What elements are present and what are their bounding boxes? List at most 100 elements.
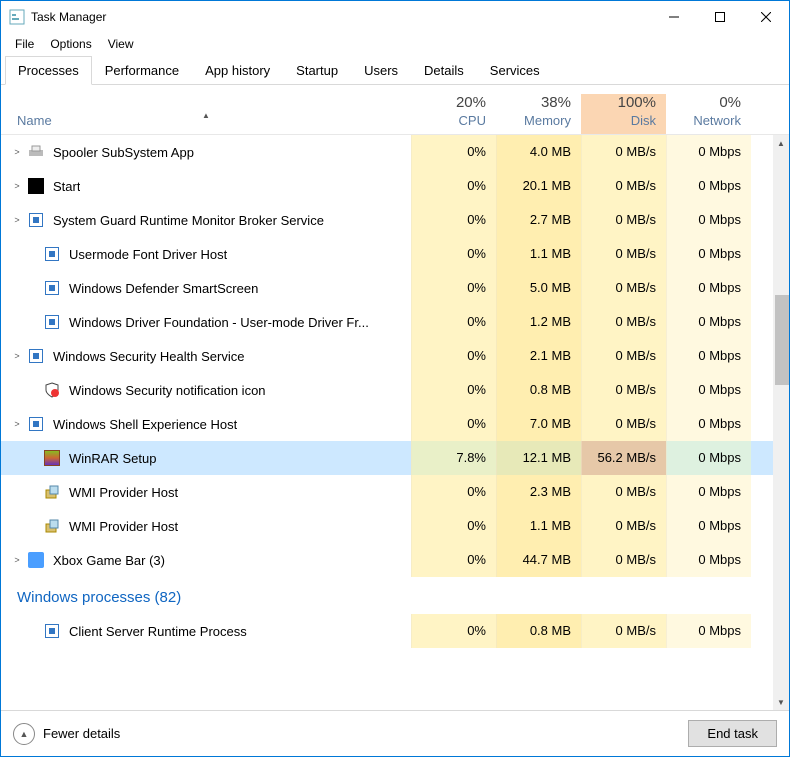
cell-disk: 56.2 MB/s [581,441,666,475]
tab-processes[interactable]: Processes [5,56,92,85]
cell-disk: 0 MB/s [581,339,666,373]
cell-net: 0 Mbps [666,203,751,237]
process-row[interactable]: >WinRAR Setup7.8%12.1 MB56.2 MB/s0 Mbps [1,441,773,475]
scrollbar-track[interactable] [773,135,789,710]
process-row[interactable]: >Client Server Runtime Process0%0.8 MB0 … [1,614,773,648]
process-row[interactable]: >Usermode Font Driver Host0%1.1 MB0 MB/s… [1,237,773,271]
process-name-cell: >Usermode Font Driver Host [1,245,411,263]
process-name-cell: >WinRAR Setup [1,449,411,467]
tab-performance[interactable]: Performance [92,56,192,85]
tab-app-history[interactable]: App history [192,56,283,85]
tab-startup[interactable]: Startup [283,56,351,85]
process-row[interactable]: >System Guard Runtime Monitor Broker Ser… [1,203,773,237]
cell-disk: 0 MB/s [581,373,666,407]
header-disk-percent: 100% [581,94,656,111]
process-list[interactable]: ▲ ▼ >Spooler SubSystem App0%4.0 MB0 MB/s… [1,135,789,710]
process-name: Windows Security notification icon [69,383,266,398]
menu-file[interactable]: File [9,35,40,53]
cell-mem: 7.0 MB [496,407,581,441]
expand-chevron-icon[interactable]: > [11,147,23,157]
window-title: Task Manager [31,10,651,24]
window-controls [651,1,789,33]
expand-chevron-icon[interactable]: > [11,215,23,225]
cell-disk: 0 MB/s [581,305,666,339]
tab-services[interactable]: Services [477,56,553,85]
process-row[interactable]: >WMI Provider Host0%1.1 MB0 MB/s0 Mbps [1,509,773,543]
menu-view[interactable]: View [102,35,140,53]
fewer-details-toggle[interactable]: ▲ Fewer details [13,723,120,745]
process-name-cell: >WMI Provider Host [1,483,411,501]
header-network-label: Network [666,113,741,128]
scrollbar-down-icon[interactable]: ▼ [773,694,789,710]
sort-up-icon: ▲ [202,111,210,120]
cell-net: 0 Mbps [666,169,751,203]
process-row[interactable]: >Windows Driver Foundation - User-mode D… [1,305,773,339]
header-cpu-percent: 20% [411,94,486,111]
expand-chevron-icon[interactable]: > [11,555,23,565]
menu-options[interactable]: Options [44,35,97,53]
header-disk[interactable]: 100% Disk [581,94,666,134]
process-name: Xbox Game Bar (3) [53,553,165,568]
scrollbar-thumb[interactable] [775,295,789,385]
process-name: Windows Driver Foundation - User-mode Dr… [69,315,369,330]
process-name: Client Server Runtime Process [69,624,247,639]
cell-net: 0 Mbps [666,305,751,339]
cell-mem: 4.0 MB [496,135,581,169]
tab-users[interactable]: Users [351,56,411,85]
close-button[interactable] [743,1,789,33]
process-name-cell: >Windows Defender SmartScreen [1,279,411,297]
expand-chevron-icon[interactable]: > [11,419,23,429]
process-name-cell: >Windows Driver Foundation - User-mode D… [1,313,411,331]
app-icon [27,415,45,433]
app-icon [43,279,61,297]
header-network-percent: 0% [666,94,741,111]
process-row[interactable]: >Windows Security notification icon0%0.8… [1,373,773,407]
header-network[interactable]: 0% Network [666,94,751,134]
cell-mem: 2.3 MB [496,475,581,509]
process-name-cell: >WMI Provider Host [1,517,411,535]
expand-chevron-icon[interactable]: > [11,351,23,361]
process-row[interactable]: >Xbox Game Bar (3)0%44.7 MB0 MB/s0 Mbps [1,543,773,577]
menubar: File Options View [1,33,789,55]
cell-cpu: 0% [411,169,496,203]
cell-cpu: 0% [411,614,496,648]
cell-mem: 20.1 MB [496,169,581,203]
end-task-button[interactable]: End task [688,720,777,747]
cell-disk: 0 MB/s [581,203,666,237]
maximize-button[interactable] [697,1,743,33]
cell-mem: 44.7 MB [496,543,581,577]
header-memory[interactable]: 38% Memory [496,94,581,134]
tab-strip: Processes Performance App history Startu… [1,55,789,85]
cell-cpu: 0% [411,543,496,577]
scrollbar-up-icon[interactable]: ▲ [773,135,789,151]
fewer-details-label: Fewer details [43,726,120,741]
process-row[interactable]: >Spooler SubSystem App0%4.0 MB0 MB/s0 Mb… [1,135,773,169]
cell-net: 0 Mbps [666,475,751,509]
cell-net: 0 Mbps [666,441,751,475]
app-icon [27,347,45,365]
process-row[interactable]: >WMI Provider Host0%2.3 MB0 MB/s0 Mbps [1,475,773,509]
header-name[interactable]: ▲ Name [1,113,411,134]
process-name: WinRAR Setup [69,451,156,466]
start-icon [27,177,45,195]
column-headers: ▲ Name 20% CPU 38% Memory 100% Disk 0% N… [1,85,789,135]
app-icon [9,9,25,25]
process-row[interactable]: >Windows Defender SmartScreen0%5.0 MB0 M… [1,271,773,305]
process-name: Start [53,179,80,194]
titlebar[interactable]: Task Manager [1,1,789,33]
cell-net: 0 Mbps [666,237,751,271]
header-cpu[interactable]: 20% CPU [411,94,496,134]
process-name: Windows Defender SmartScreen [69,281,258,296]
expand-chevron-icon[interactable]: > [11,181,23,191]
cell-mem: 1.1 MB [496,509,581,543]
process-row[interactable]: >Windows Shell Experience Host0%7.0 MB0 … [1,407,773,441]
minimize-button[interactable] [651,1,697,33]
group-header[interactable]: Windows processes (82) [1,577,773,614]
cell-mem: 12.1 MB [496,441,581,475]
process-name-cell: >Spooler SubSystem App [1,143,411,161]
wmi-icon [43,483,61,501]
tab-details[interactable]: Details [411,56,477,85]
process-row[interactable]: >Start0%20.1 MB0 MB/s0 Mbps [1,169,773,203]
process-row[interactable]: >Windows Security Health Service0%2.1 MB… [1,339,773,373]
cell-cpu: 0% [411,271,496,305]
